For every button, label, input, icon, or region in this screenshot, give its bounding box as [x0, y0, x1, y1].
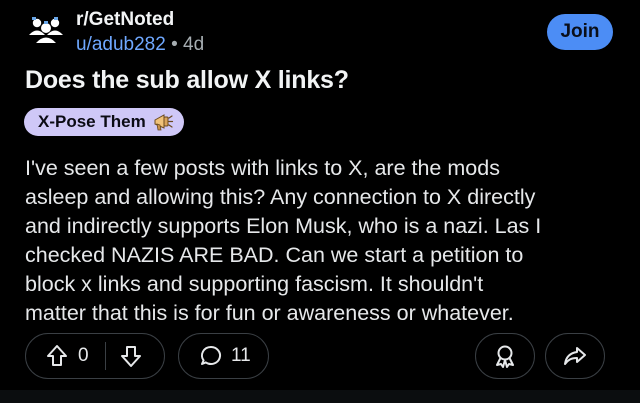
share-arrow-icon	[564, 347, 586, 365]
vote-divider	[104, 342, 106, 370]
post-meta: u/adub282 • 4d	[76, 34, 204, 56]
downvote-button[interactable]	[120, 344, 142, 368]
bottom-divider	[0, 390, 640, 403]
arrow-up-icon	[47, 345, 67, 366]
speech-bubble-icon	[199, 344, 223, 368]
body-line: asleep and allowing this? Any connection…	[25, 185, 536, 209]
post-age: 4d	[183, 34, 205, 55]
author-username[interactable]: u/adub282	[76, 34, 166, 55]
award-icon	[496, 345, 514, 368]
body-line: checked NAZIS ARE BAD. Can we start a pe…	[25, 243, 524, 267]
megaphone-icon	[152, 111, 174, 133]
arrow-down-icon	[120, 346, 141, 367]
post-flair[interactable]: X-Pose Them	[24, 108, 184, 136]
body-line: matter that this is for fun or awareness…	[25, 301, 514, 325]
post-body: I've seen a few posts with links to X, a…	[25, 154, 625, 328]
award-button[interactable]	[475, 333, 535, 379]
post-card: r/GetNoted u/adub282 • 4d Join Does the …	[0, 0, 640, 403]
subreddit-name[interactable]: r/GetNoted	[76, 9, 174, 31]
upvote-button[interactable]	[46, 344, 68, 368]
body-line: I've seen a few posts with links to X, a…	[25, 156, 500, 180]
community-icon	[29, 17, 63, 43]
join-button[interactable]: Join	[547, 14, 613, 50]
flair-label: X-Pose Them	[38, 112, 146, 131]
share-button[interactable]	[545, 333, 605, 379]
comments-button[interactable]: 11	[178, 333, 269, 379]
body-line: and indirectly supports Elon Musk, who i…	[25, 214, 542, 238]
comment-count: 11	[231, 345, 251, 366]
meta-separator: •	[171, 34, 178, 55]
post-title[interactable]: Does the sub allow X links?	[25, 66, 349, 95]
subreddit-avatar[interactable]	[24, 8, 68, 52]
body-line: block x links and supporting fascism. It…	[25, 272, 484, 296]
vote-count: 0	[78, 345, 89, 366]
vote-control: 0	[25, 333, 165, 379]
